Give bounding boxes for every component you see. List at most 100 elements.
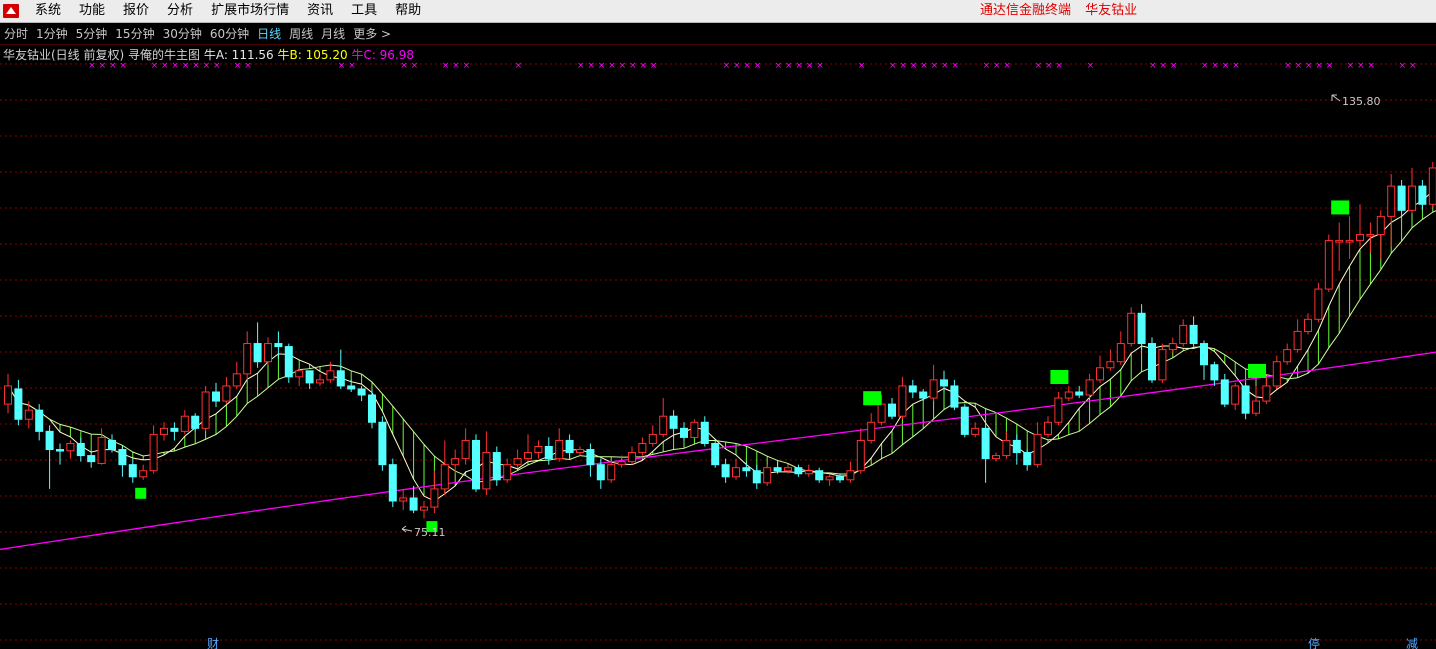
event-marker-suspend[interactable]: 停 [1308,636,1320,649]
candle-body [586,449,595,466]
kline-chart[interactable]: × × × × × × × × × × × × × × × × × × × × × × × × × × × × × × × × × × × × × × × ×… [0,44,1436,649]
candle-body [1137,312,1146,345]
candle-body [201,391,210,429]
event-marker-reduce[interactable]: 减 [1406,637,1418,649]
top-marker: × [608,61,616,71]
candle-body [170,427,179,432]
candle-body [950,385,959,408]
tab-more[interactable]: 更多 > [349,24,395,44]
candle-body [565,439,574,454]
candle-body [919,391,928,399]
candle-body [1314,288,1323,320]
candle-body [1075,391,1084,396]
annotations: 135.80 75.11 财 停 减 [207,94,1418,649]
top-marker: × [1409,61,1417,71]
candle-body [700,421,709,444]
candle-body [1283,349,1292,363]
candle-body [669,415,678,429]
top-marker: × [1170,61,1178,71]
candle-body [534,446,543,454]
tab-15min[interactable]: 15分钟 [111,24,158,44]
buy-signal-marker [863,391,882,406]
candle-body [846,470,855,481]
candle-body [940,379,948,387]
candle-body [1002,439,1011,457]
candle-body [357,388,366,396]
candle-body [503,464,512,481]
buy-signal-marker [1331,200,1350,215]
high-price-label: 135.80 [1342,95,1381,108]
candle-body [35,409,44,432]
candle-body [617,461,626,466]
tab-daily[interactable]: 日线 [253,24,285,44]
candle-body [888,403,896,417]
tab-30min[interactable]: 30分钟 [159,24,206,44]
top-marker: × [993,61,1001,71]
top-marker: × [1211,61,1219,71]
top-marker: × [723,61,731,71]
top-marker: × [785,61,793,71]
top-marker: × [1295,61,1303,71]
top-marker: × [983,61,991,71]
candle-body [981,427,990,460]
top-marker: × [1159,61,1167,71]
top-marker: × [577,61,585,71]
tab-weekly[interactable]: 周线 [285,24,317,44]
top-marker: × [1035,61,1043,71]
candle-body [544,446,553,460]
window-title-area: 通达信金融终端 华友钴业 [980,0,1147,22]
app-logo-icon[interactable] [2,3,20,19]
candle-body [1252,400,1260,414]
menu-item-quote[interactable]: 报价 [114,0,158,22]
candle-body [378,421,387,466]
candle-body [336,370,345,387]
candle-body [128,464,137,478]
candle-body [139,470,148,478]
stock-name-title: 华友钴业 [1085,3,1138,18]
event-marker-finance[interactable]: 财 [207,637,219,649]
candle-body [1324,240,1333,290]
tab-60min[interactable]: 60分钟 [206,24,253,44]
candle-body [253,343,262,363]
menu-item-function[interactable]: 功能 [70,0,114,22]
top-marker: × [463,61,471,71]
candle-body [1304,318,1312,332]
candle-body [274,343,283,348]
ma-slow-line [7,210,1436,483]
candle-body [815,470,824,481]
tab-monthly[interactable]: 月线 [317,24,349,44]
tab-1min[interactable]: 1分钟 [32,24,72,44]
tab-5min[interactable]: 5分钟 [72,24,112,44]
candle-body [326,370,335,381]
menu-item-news[interactable]: 资讯 [298,0,342,22]
top-marker: × [816,61,824,71]
top-marker: × [639,61,647,71]
menu-item-tools[interactable]: 工具 [342,0,386,22]
candle-body [295,370,304,378]
top-marker: × [795,61,803,71]
top-marker: × [1087,61,1095,71]
top-marker: × [1003,61,1011,71]
menu-item-extended-market[interactable]: 扩展市场行情 [202,0,298,22]
candle-body [638,442,647,454]
menu-item-help[interactable]: 帮助 [386,0,430,22]
menu-item-analysis[interactable]: 分析 [158,0,202,22]
tab-timeshare[interactable]: 分时 [0,24,32,44]
candle-body [513,458,522,466]
top-marker: × [1315,61,1323,71]
top-marker: × [1367,61,1375,71]
top-marker: × [1284,61,1292,71]
candle-body [56,449,64,452]
menu-item-system[interactable]: 系统 [26,0,70,22]
top-marker: × [1222,61,1230,71]
candle-body [555,439,564,460]
candle-body [1376,215,1385,236]
candle-body [867,421,876,441]
top-marker: × [754,61,762,71]
candle-body [1127,312,1136,345]
candle-body [836,476,844,481]
candle-body [908,385,917,393]
candle-body [794,467,803,475]
candle-body [1085,379,1094,396]
candle-body [1335,240,1344,243]
